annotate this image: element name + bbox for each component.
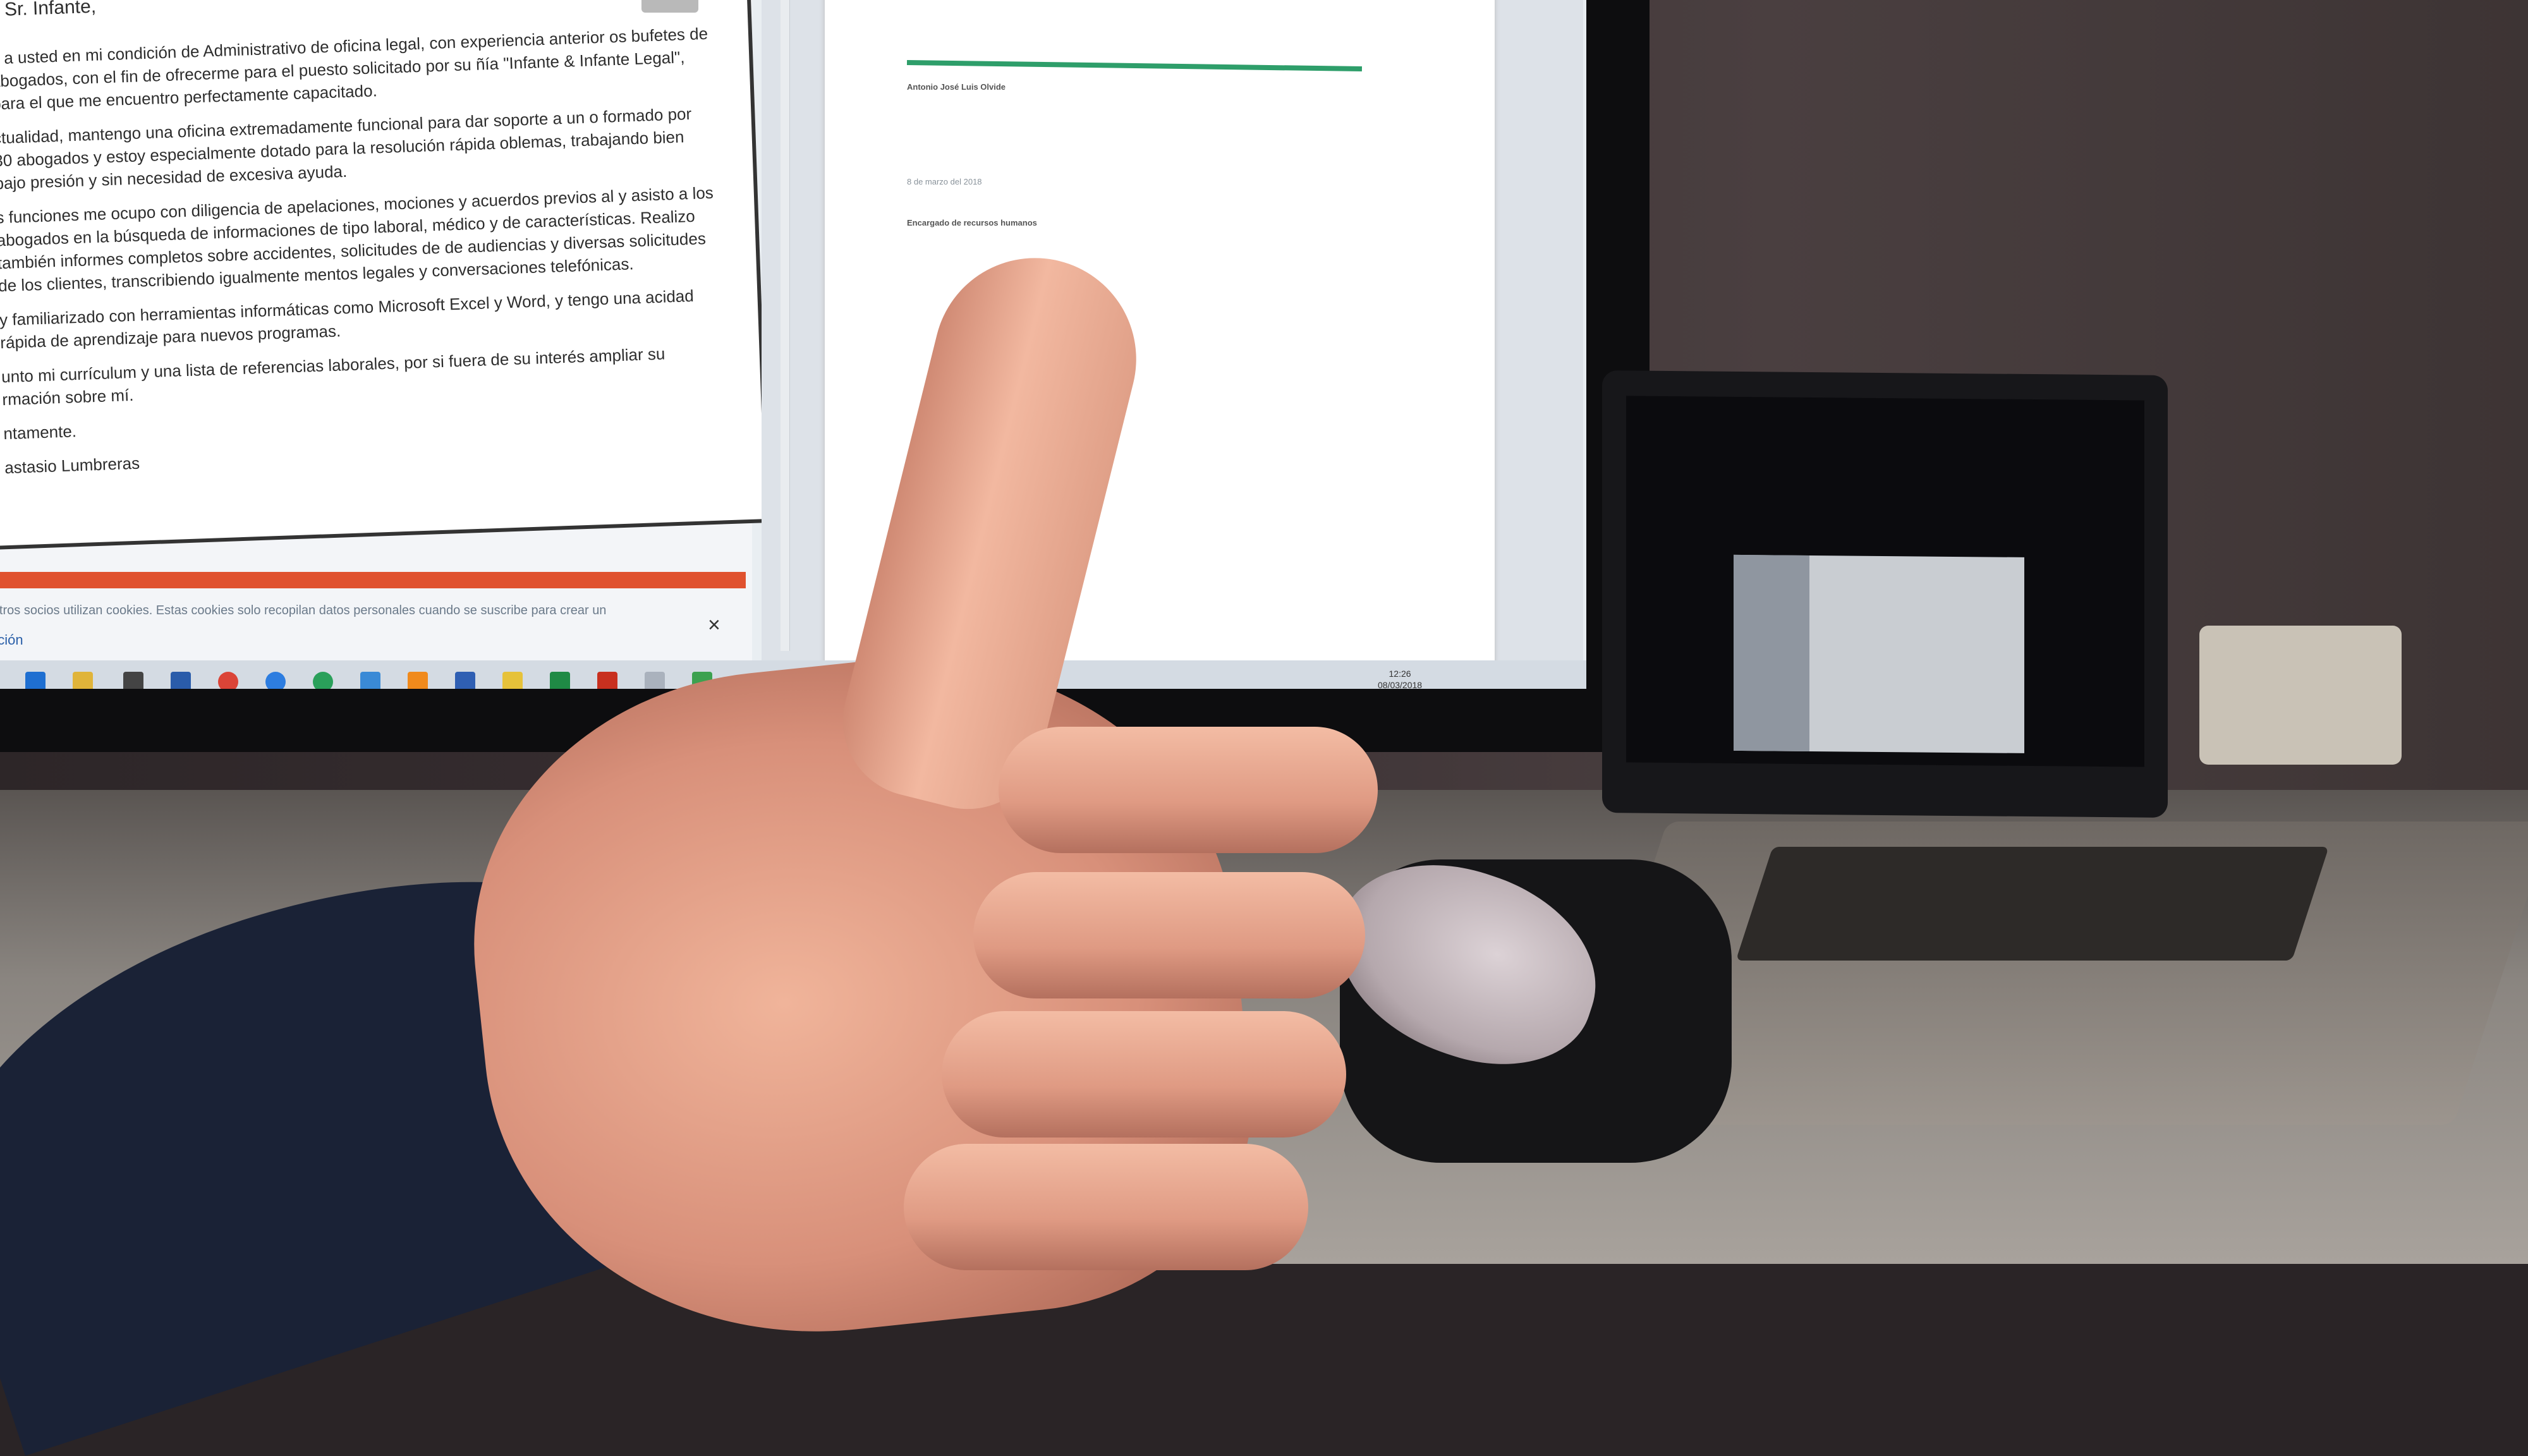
doc-accent-line xyxy=(906,59,1363,72)
app-icon[interactable] xyxy=(408,672,428,689)
laptop-keyboard xyxy=(1735,847,2329,961)
laptop-screen xyxy=(1626,396,2144,767)
store-icon[interactable] xyxy=(123,672,143,689)
scroll-top-button[interactable] xyxy=(641,0,698,13)
file-explorer-icon[interactable] xyxy=(73,672,93,689)
app-icon[interactable] xyxy=(360,672,380,689)
little-finger xyxy=(904,1144,1308,1270)
app-icon[interactable] xyxy=(313,672,333,689)
letter-paragraph: ctualidad, mantengo una oficina extremad… xyxy=(0,104,692,193)
excel-icon[interactable] xyxy=(550,672,570,689)
edge-icon[interactable] xyxy=(25,672,46,689)
index-finger xyxy=(999,727,1378,853)
word-icon[interactable] xyxy=(455,672,475,689)
doc-date: 8 de marzo del 2018 xyxy=(907,177,982,186)
orange-divider xyxy=(0,572,746,588)
app-icon[interactable] xyxy=(597,672,617,689)
doc-recipient: Encargado de recursos humanos xyxy=(907,218,1037,228)
letter-paragraph: s funciones me ocupo con diligencia de a… xyxy=(0,183,714,296)
chrome-icon[interactable] xyxy=(218,672,238,689)
monitor: o Sr. Infante, o a usted en mi condición… xyxy=(0,0,1650,752)
laptop-window-sidebar xyxy=(1734,554,1809,751)
vertical-ruler xyxy=(781,0,790,651)
cookie-more-info-link[interactable]: formación xyxy=(0,632,23,648)
taskbar-clock[interactable]: 12:26 08/03/2018 xyxy=(1378,668,1422,689)
app-icon[interactable] xyxy=(645,672,665,689)
laptop-window xyxy=(1734,554,2024,753)
monitor-screen: o Sr. Infante, o a usted en mi condición… xyxy=(0,0,1586,689)
clock-date: 08/03/2018 xyxy=(1378,680,1423,689)
letter-greeting: o Sr. Infante, xyxy=(0,0,97,21)
middle-finger xyxy=(973,872,1365,998)
wall-socket xyxy=(2199,626,2402,765)
cover-letter: o Sr. Infante, o a usted en mi condición… xyxy=(0,0,770,550)
mail-icon[interactable] xyxy=(171,672,191,689)
app-icon[interactable] xyxy=(502,672,523,689)
cookie-close-icon[interactable]: × xyxy=(708,613,720,638)
app-icon[interactable] xyxy=(265,672,286,689)
cookie-notice: y nuestros socios utilizan cookies. Esta… xyxy=(0,604,607,617)
doc-sender-name: Antonio José Luis Olvide xyxy=(907,82,1006,92)
browser-pane-left: o Sr. Infante, o a usted en mi condición… xyxy=(0,0,770,689)
ring-finger xyxy=(942,1011,1346,1138)
clock-time: 12:26 xyxy=(1389,669,1411,679)
laptop xyxy=(1602,370,2168,818)
letter-paragraph: o a usted en mi condición de Administrat… xyxy=(0,23,708,114)
